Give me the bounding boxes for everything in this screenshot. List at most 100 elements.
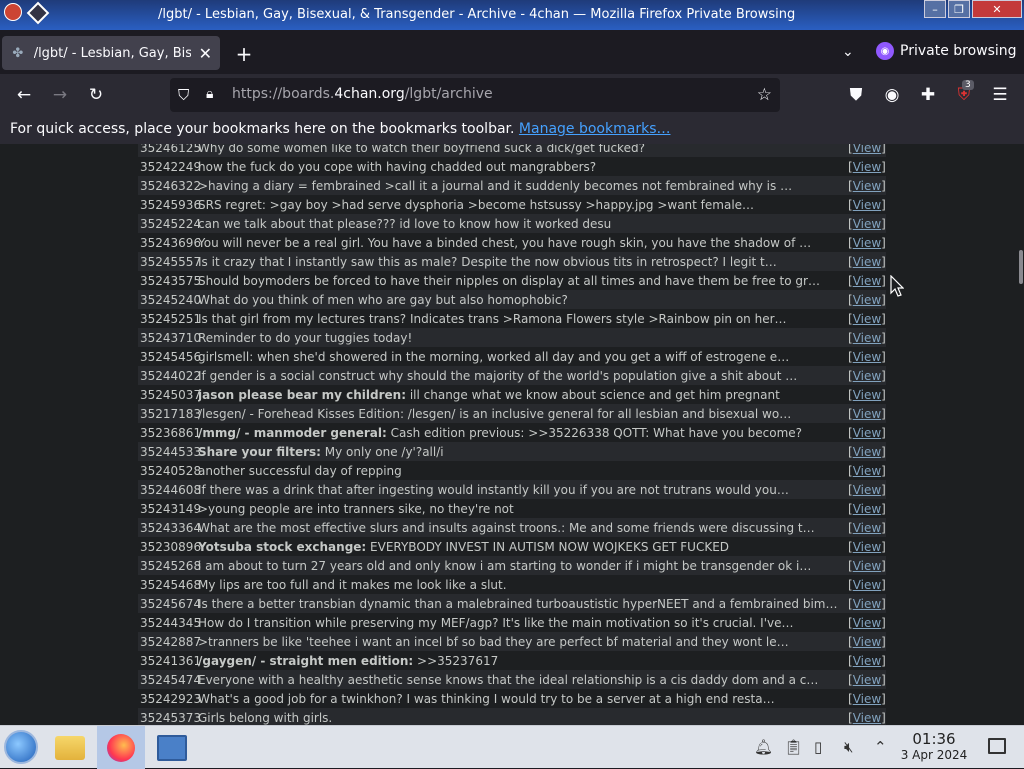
thread-excerpt: Reminder to do your tuggies today! [198,331,848,345]
view-thread-link[interactable]: View [853,312,881,326]
view-thread-link[interactable]: View [853,144,881,155]
view-thread-link[interactable]: View [853,426,881,440]
view-thread-link[interactable]: View [853,616,881,630]
minimize-button[interactable]: – [924,0,946,18]
thread-excerpt: You will never be a real girl. You have … [198,236,848,250]
close-tab-icon[interactable]: ✕ [199,44,212,63]
terminal-icon [157,734,187,761]
view-thread-link[interactable]: View [853,635,881,649]
view-thread-link[interactable]: View [853,350,881,364]
thread-excerpt: >tranners be like 'teehee i want an ince… [198,635,848,649]
view-thread-link[interactable]: View [853,692,881,706]
archive-row: 35242887 >tranners be like 'teehee i want… [138,632,886,651]
view-thread-link[interactable]: View [853,464,881,478]
private-mask-icon: ◉ [876,42,894,60]
view-thread-link[interactable]: View [853,597,881,611]
view-thread-link[interactable]: View [853,540,881,554]
account-icon[interactable]: ◉ [880,84,904,106]
thread-text: Is there a better transbian dynamic than… [198,596,838,611]
view-link-cell: [View] [848,197,886,212]
pin-icon[interactable] [26,1,50,25]
thread-excerpt: how the fuck do you cope with having cha… [198,160,848,174]
notifications-icon[interactable]: 🔔︎ [754,738,773,756]
view-link-cell: [View] [848,539,886,554]
view-thread-link[interactable]: View [853,160,881,174]
extensions-icon[interactable]: ✚ [916,84,940,106]
clipboard-icon[interactable]: 📋︎ [784,738,803,756]
thread-excerpt: Is that girl from my lectures trans? Ind… [198,312,848,326]
thread-excerpt: What do you think of men who are gay but… [198,293,848,307]
system-clock[interactable]: 01:36 3 Apr 2024 [896,730,972,762]
view-thread-link[interactable]: View [853,711,881,725]
view-thread-link[interactable]: View [853,236,881,250]
thread-text: What's a good job for a twinkhon? I was … [198,691,775,706]
archive-row: 35242923 What's a good job for a twinkhon… [138,689,886,708]
view-thread-link[interactable]: View [853,673,881,687]
view-thread-link[interactable]: View [853,388,881,402]
tray-expand-icon[interactable]: ⌃ [874,738,887,756]
url-path: /lgbt/archive [404,86,493,102]
view-link-cell: [View] [848,254,886,269]
forward-button[interactable]: → [48,84,72,106]
battery-icon[interactable]: ▯ [814,738,822,756]
view-thread-link[interactable]: View [853,654,881,668]
view-thread-link[interactable]: View [853,521,881,535]
view-thread-link[interactable]: View [853,502,881,516]
thread-excerpt: jason please bear my children: ill chang… [198,388,848,402]
tab-lgbt-archive[interactable]: ✤ /lgbt/ - Lesbian, Gay, Bisexual, & Tra… [2,36,220,70]
view-thread-link[interactable]: View [853,331,881,345]
tracking-protection-shield-icon[interactable]: ⛉ [178,86,189,104]
hamburger-menu-icon[interactable]: ☰ [988,84,1012,106]
archive-row: 35245936 SRS regret: >gay boy >had serve … [138,195,886,214]
thread-text: >tranners be like 'teehee i want an ince… [198,634,789,649]
view-thread-link[interactable]: View [853,274,881,288]
view-thread-link[interactable]: View [853,559,881,573]
file-manager-taskbar-button[interactable] [46,726,94,769]
list-all-tabs-button[interactable]: ⌄ [842,44,854,60]
titlebar-icons [4,1,50,25]
bookmark-star-icon[interactable]: ☆ [757,85,772,105]
view-link-cell: [View] [848,144,886,155]
manage-bookmarks-link[interactable]: Manage bookmarks… [519,121,671,137]
close-window-button[interactable]: ✕ [972,0,1022,18]
view-thread-link[interactable]: View [853,407,881,421]
url-text[interactable]: https://boards.4chan.org/lgbt/archive [232,86,493,102]
terminal-taskbar-button[interactable] [148,726,196,769]
archive-row: 35230896 Yotsuba stock exchange: EVERYBOD… [138,537,886,556]
view-thread-link[interactable]: View [853,217,881,231]
archive-row: 35245251 Is that girl from my lectures tr… [138,309,886,328]
app-menu-icon[interactable] [4,3,22,21]
new-tab-button[interactable]: + [232,42,256,66]
view-thread-link[interactable]: View [853,369,881,383]
scrollbar-thumb[interactable] [1019,250,1023,284]
window-title: /lgbt/ - Lesbian, Gay, Bisexual, & Trans… [158,7,796,22]
private-browsing-label: Private browsing [900,43,1017,59]
reload-button[interactable]: ↻ [84,84,108,106]
view-thread-link[interactable]: View [853,445,881,459]
view-thread-link[interactable]: View [853,179,881,193]
view-link-cell: [View] [848,577,886,592]
pocket-icon[interactable]: ⛊ [844,84,868,106]
view-thread-link[interactable]: View [853,198,881,212]
archive-row: 35245373 Girls belong with girls. [View] [138,708,886,725]
archive-table: 35246125 Why do some women like to watch … [138,144,886,725]
view-thread-link[interactable]: View [853,578,881,592]
back-button[interactable]: ← [12,84,36,106]
start-menu-button[interactable] [4,730,38,764]
view-thread-link[interactable]: View [853,483,881,497]
thread-excerpt: i am about to turn 27 years old and only… [198,559,848,573]
thread-text: i am about to turn 27 years old and only… [198,558,812,573]
url-bar[interactable]: ⛉ 🔒︎ https://boards.4chan.org/lgbt/archi… [170,78,780,112]
page-scrollbar[interactable] [1018,144,1024,725]
volume-muted-icon[interactable]: 🔇︎ [844,738,853,756]
view-thread-link[interactable]: View [853,255,881,269]
view-thread-link[interactable]: View [853,293,881,307]
maximize-button[interactable]: ❐ [948,0,970,18]
thread-number: 35245224 [140,216,202,231]
firefox-taskbar-button[interactable] [97,726,145,769]
thread-text: Why do some women like to watch their bo… [198,144,645,155]
archive-row: 35245268 i am about to turn 27 years old … [138,556,886,575]
lock-icon[interactable]: 🔒︎ [206,86,213,102]
show-desktop-button[interactable] [988,738,1006,754]
thread-excerpt: girlsmell: when she'd showered in the mo… [198,350,848,364]
